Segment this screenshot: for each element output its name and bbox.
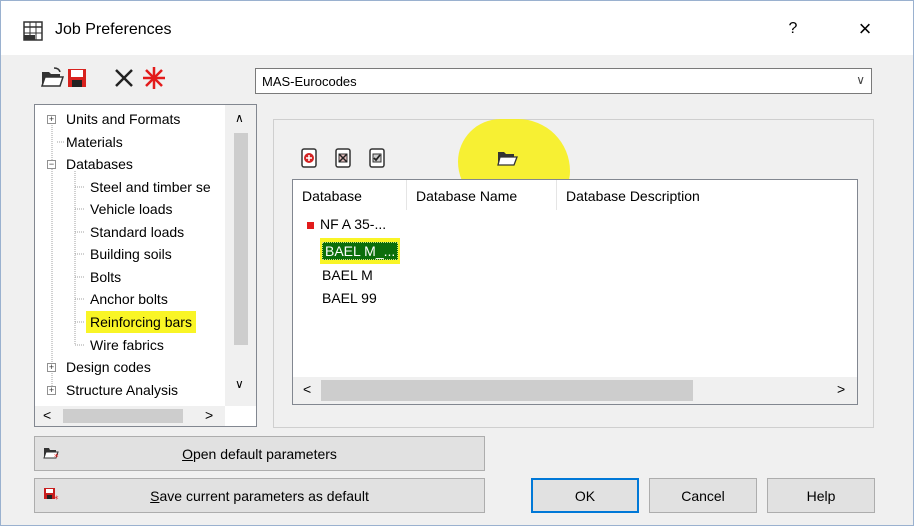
database-list[interactable]: Database Database Name Database Descript… [292,179,858,405]
preferences-combo-value: MAS-Eurocodes [262,74,357,89]
tree-item-design-codes[interactable]: Design codes [66,356,151,378]
tree-item-anchor-bolts[interactable]: Anchor bolts [90,288,168,310]
column-header-database-name[interactable]: Database Name [407,180,557,210]
save-disk-icon[interactable] [64,65,90,91]
scroll-left-icon[interactable]: < [303,381,311,397]
title-bar: Job Preferences ? × [1,1,913,55]
tree-horizontal-scrollbar[interactable]: < > [35,406,225,426]
cancel-button[interactable]: Cancel [649,478,757,513]
close-button[interactable]: × [843,11,887,47]
check-database-icon[interactable] [365,146,389,170]
database-cell: BAEL 99 [322,290,377,306]
tree-expander-units[interactable]: + [47,115,56,124]
tree-item-building-soils[interactable]: Building soils [90,243,172,265]
ok-button-label: OK [574,488,596,504]
window-title: Job Preferences [55,21,172,38]
app-icon [23,21,43,41]
help-title-button[interactable]: ? [773,11,813,47]
selection-highlight: BAEL M_... [320,238,401,264]
tree-horizontal-scroll-thumb[interactable] [63,409,183,423]
tree-expander-design-codes[interactable]: + [47,363,56,372]
ok-button[interactable]: OK [531,478,639,513]
chevron-down-icon[interactable]: ∨ [856,73,865,87]
tree-item-materials[interactable]: Materials [66,131,123,153]
tree-vertical-scrollbar[interactable]: ∧ ∨ [225,105,256,406]
column-header-database[interactable]: Database [293,180,407,210]
tree-vertical-scroll-thumb[interactable] [234,133,248,345]
remove-database-icon[interactable] [331,146,355,170]
tree-item-bolts[interactable]: Bolts [90,266,121,288]
column-header-database-description[interactable]: Database Description [557,180,857,210]
open-default-parameters-label: Open default parameters [182,446,337,462]
scroll-up-icon[interactable]: ∧ [235,111,244,125]
preferences-combo[interactable]: MAS-Eurocodes ∨ [255,68,872,94]
tree-item-reinforcing-bars[interactable]: Reinforcing bars [86,311,196,333]
scroll-right-icon[interactable]: > [205,407,213,423]
table-row[interactable]: NF A 35-... [307,213,386,235]
tree-item-databases[interactable]: Databases [66,153,133,175]
open-folder-icon[interactable] [39,65,65,91]
table-row[interactable]: BAEL M [322,264,373,286]
tree-item-structure-analysis[interactable]: Structure Analysis [66,379,178,401]
list-horizontal-scroll-thumb[interactable] [321,380,693,401]
scroll-right-icon[interactable]: > [837,381,845,397]
tree-item-steel-and-timber[interactable]: Steel and timber se [90,176,211,198]
scroll-left-icon[interactable]: < [43,407,51,423]
red-marker-icon [307,221,314,229]
delete-x-icon[interactable] [111,65,137,91]
add-database-icon[interactable] [297,146,321,170]
tree-item-vehicle-loads[interactable]: Vehicle loads [90,198,173,220]
table-row[interactable]: BAEL 99 [322,287,377,309]
save-as-default-label: Save current parameters as default [150,488,369,504]
tree-item-standard-loads[interactable]: Standard loads [90,221,184,243]
scroll-down-icon[interactable]: ∨ [235,377,244,391]
tree-expander-structure-analysis[interactable]: + [47,386,56,395]
job-preferences-dialog: Job Preferences ? × MAS-Eurocodes ∨ + Un… [0,0,914,526]
tree-item-units-and-formats[interactable]: Units and Formats [66,108,180,130]
new-star-icon[interactable] [141,65,167,91]
database-cell: BAEL M [322,267,373,283]
database-cell: NF A 35-... [320,216,387,232]
open-default-parameters-button[interactable]: * Open default parameters [34,436,485,471]
cancel-button-label: Cancel [681,488,725,504]
help-button[interactable]: Help [767,478,875,513]
tree-item-wire-fabrics[interactable]: Wire fabrics [90,334,164,356]
preferences-tree[interactable]: + Units and Formats Materials − Database… [34,104,257,427]
list-horizontal-scrollbar[interactable]: < > [293,377,857,404]
database-cell: BAEL M_... [322,242,399,260]
save-as-default-button[interactable]: * Save current parameters as default [34,478,485,513]
open-folder-icon[interactable] [495,146,519,170]
tree-expander-databases[interactable]: − [47,160,56,169]
table-row-selected[interactable]: BAEL M_... [320,238,401,264]
help-button-label: Help [806,488,836,504]
